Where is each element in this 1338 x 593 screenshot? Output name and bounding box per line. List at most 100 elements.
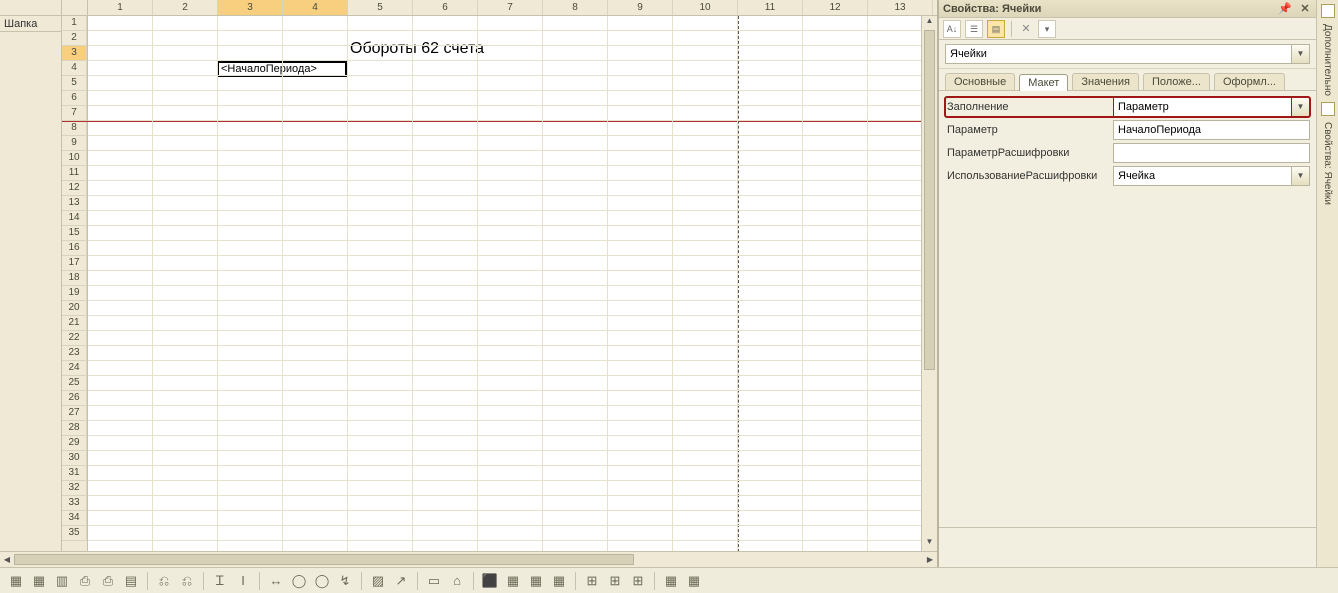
rail-label-additional[interactable]: Дополнительно [1322, 24, 1333, 96]
toolbar-icon-9[interactable]: I [233, 571, 253, 591]
toolbar-icon-19[interactable]: ▦ [503, 571, 523, 591]
row-header-8[interactable]: 8 [62, 121, 87, 136]
tab-values[interactable]: Значения [1072, 73, 1139, 90]
row-header-3[interactable]: 3 [62, 46, 87, 61]
row-header-33[interactable]: 33 [62, 496, 87, 511]
prop-value-param[interactable]: НачалоПериода [1113, 120, 1310, 140]
cell-area[interactable]: Обороты 62 счета <НачалоПериода> [88, 16, 937, 567]
col-header-1[interactable]: 1 [88, 0, 153, 15]
row-header-21[interactable]: 21 [62, 316, 87, 331]
row-header-20[interactable]: 20 [62, 301, 87, 316]
row-header-7[interactable]: 7 [62, 106, 87, 121]
col-header-7[interactable]: 7 [478, 0, 543, 15]
chevron-down-icon[interactable]: ▼ [1292, 97, 1310, 117]
col-header-10[interactable]: 10 [673, 0, 738, 15]
categorize-icon[interactable]: ☰ [965, 20, 983, 38]
row-header-26[interactable]: 26 [62, 391, 87, 406]
toolbar-icon-8[interactable]: Ꮖ [210, 571, 230, 591]
toolbar-icon-21[interactable]: ▦ [549, 571, 569, 591]
toolbar-icon-17[interactable]: ⌂ [447, 571, 467, 591]
row-group-label[interactable]: Шапка [0, 16, 61, 32]
vertical-scrollbar[interactable]: ▲ ▼ [921, 16, 937, 551]
toolbar-icon-0[interactable]: ▦ [6, 571, 26, 591]
select-all-corner[interactable] [62, 0, 88, 15]
row-header-18[interactable]: 18 [62, 271, 87, 286]
row-header-35[interactable]: 35 [62, 526, 87, 541]
toolbar-icon-16[interactable]: ▭ [424, 571, 444, 591]
clear-icon[interactable]: ✕ [1018, 22, 1034, 35]
toolbar-icon-10[interactable]: ↔ [266, 571, 286, 591]
toolbar-icon-3[interactable]: ⎙ [75, 571, 95, 591]
row-header-30[interactable]: 30 [62, 451, 87, 466]
toolbar-icon-2[interactable]: ▥ [52, 571, 72, 591]
col-header-13[interactable]: 13 [868, 0, 933, 15]
toolbar-icon-18[interactable]: ⬛ [480, 571, 500, 591]
close-icon[interactable]: ✕ [1298, 2, 1312, 15]
col-header-4[interactable]: 4 [283, 0, 348, 15]
row-header-31[interactable]: 31 [62, 466, 87, 481]
sort-az-icon[interactable]: A↓ [943, 20, 961, 38]
scroll-up-icon[interactable]: ▲ [922, 16, 937, 30]
tab-format[interactable]: Оформл... [1214, 73, 1285, 90]
tab-layout[interactable]: Макет [1019, 74, 1068, 91]
toolbar-icon-1[interactable]: ▦ [29, 571, 49, 591]
toolbar-icon-26[interactable]: ▦ [684, 571, 704, 591]
row-header-5[interactable]: 5 [62, 76, 87, 91]
toolbar-icon-15[interactable]: ↗ [391, 571, 411, 591]
toolbar-icon-12[interactable]: ◯ [312, 571, 332, 591]
row-header-16[interactable]: 16 [62, 241, 87, 256]
scroll-left-icon[interactable]: ◀ [0, 552, 14, 567]
scroll-thumb-v[interactable] [924, 30, 935, 370]
toolbar-icon-6[interactable]: ⎌ [154, 571, 174, 591]
dropdown-icon[interactable]: ▾ [1038, 20, 1056, 38]
row-header-27[interactable]: 27 [62, 406, 87, 421]
prop-value-fill[interactable]: Параметр [1113, 97, 1292, 117]
row-header-11[interactable]: 11 [62, 166, 87, 181]
col-header-8[interactable]: 8 [543, 0, 608, 15]
chevron-down-icon[interactable]: ▼ [1292, 44, 1310, 64]
row-header-29[interactable]: 29 [62, 436, 87, 451]
toolbar-icon-13[interactable]: ↯ [335, 571, 355, 591]
object-type-field[interactable]: Ячейки [945, 44, 1292, 64]
row-header-14[interactable]: 14 [62, 211, 87, 226]
row-header-15[interactable]: 15 [62, 226, 87, 241]
horizontal-scrollbar[interactable]: ◀ ▶ [0, 551, 937, 567]
row-header-34[interactable]: 34 [62, 511, 87, 526]
col-header-11[interactable]: 11 [738, 0, 803, 15]
row-headers[interactable]: 1234567891011121314151617181920212223242… [62, 16, 88, 567]
col-header-6[interactable]: 6 [413, 0, 478, 15]
toolbar-icon-11[interactable]: ◯ [289, 571, 309, 591]
toolbar-icon-7[interactable]: ⎌ [177, 571, 197, 591]
row-header-12[interactable]: 12 [62, 181, 87, 196]
toolbar-icon-25[interactable]: ▦ [661, 571, 681, 591]
col-header-2[interactable]: 2 [153, 0, 218, 15]
toolbar-icon-24[interactable]: ⊞ [628, 571, 648, 591]
row-header-6[interactable]: 6 [62, 91, 87, 106]
row-header-32[interactable]: 32 [62, 481, 87, 496]
row-header-28[interactable]: 28 [62, 421, 87, 436]
row-header-1[interactable]: 1 [62, 16, 87, 31]
row-header-23[interactable]: 23 [62, 346, 87, 361]
col-header-12[interactable]: 12 [803, 0, 868, 15]
toolbar-icon-20[interactable]: ▦ [526, 571, 546, 591]
prop-value-dparam[interactable] [1113, 143, 1310, 163]
tab-position[interactable]: Положе... [1143, 73, 1210, 90]
row-header-17[interactable]: 17 [62, 256, 87, 271]
cell-title-text[interactable]: Обороты 62 счета [350, 40, 484, 58]
row-header-25[interactable]: 25 [62, 376, 87, 391]
row-header-22[interactable]: 22 [62, 331, 87, 346]
row-header-4[interactable]: 4 [62, 61, 87, 76]
row-header-2[interactable]: 2 [62, 31, 87, 46]
column-headers[interactable]: 12345678910111213 [62, 0, 937, 16]
rail-icon-properties[interactable] [1321, 102, 1335, 116]
col-header-3[interactable]: 3 [218, 0, 283, 15]
scroll-thumb-h[interactable] [14, 554, 634, 565]
rail-icon-additional[interactable] [1321, 4, 1335, 18]
row-header-9[interactable]: 9 [62, 136, 87, 151]
toolbar-icon-5[interactable]: ▤ [121, 571, 141, 591]
row-header-10[interactable]: 10 [62, 151, 87, 166]
chevron-down-icon[interactable]: ▼ [1292, 166, 1310, 186]
toolbar-icon-14[interactable]: ▨ [368, 571, 388, 591]
col-header-5[interactable]: 5 [348, 0, 413, 15]
show-props-icon[interactable]: ▤ [987, 20, 1005, 38]
